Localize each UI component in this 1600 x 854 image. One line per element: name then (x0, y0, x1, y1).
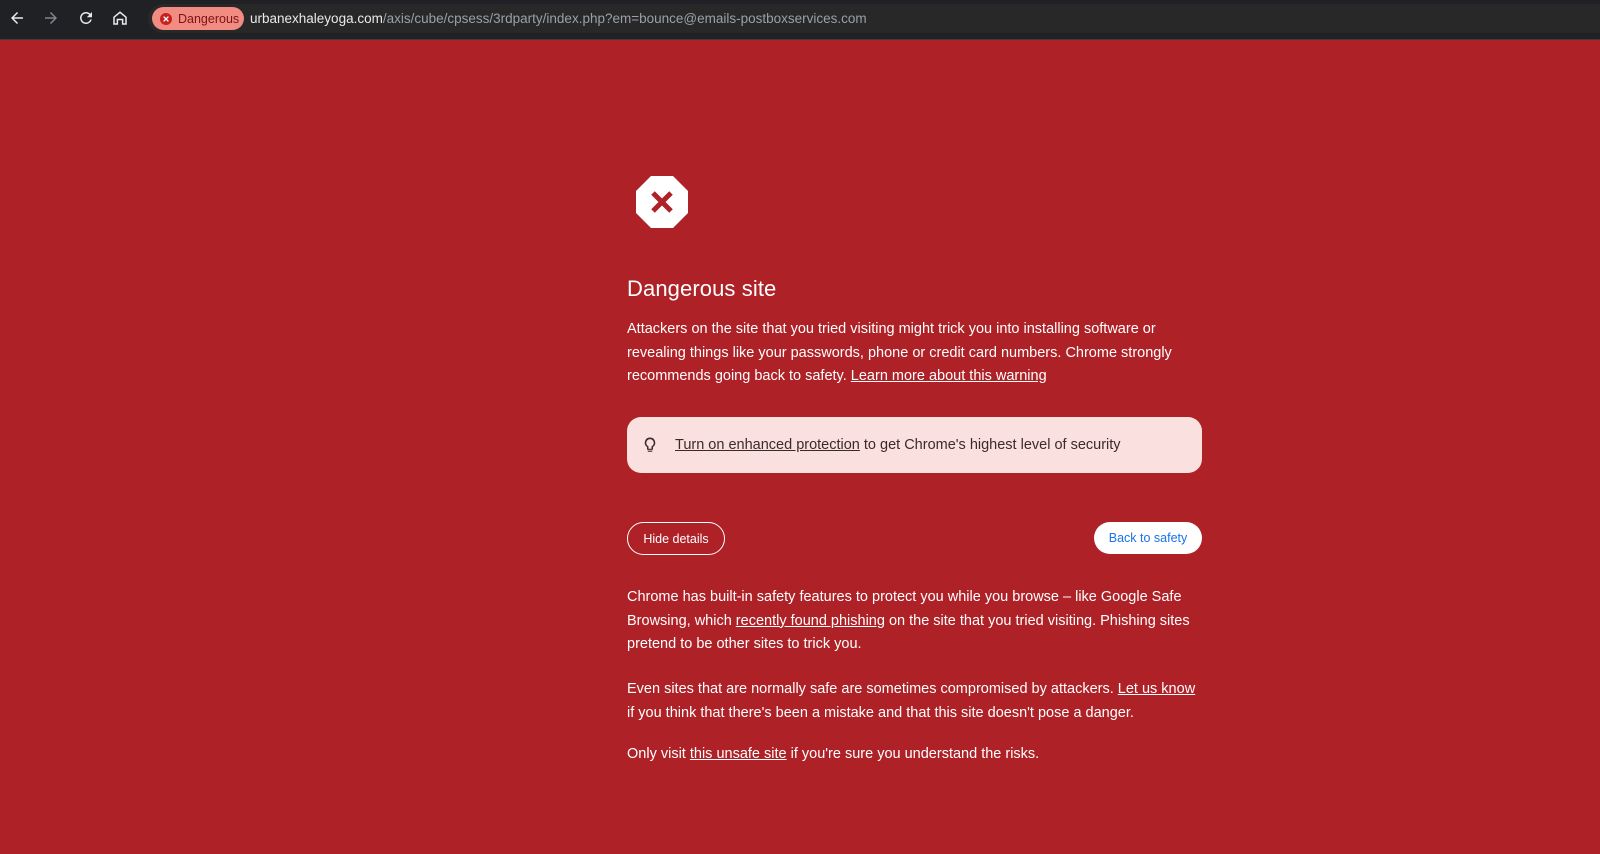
forward-arrow-icon[interactable] (40, 7, 62, 29)
proceed-unsafe-site-link[interactable]: this unsafe site (690, 746, 787, 762)
details-paragraph-phishing: Chrome has built-in safety features to p… (627, 586, 1202, 657)
hide-details-button[interactable]: Hide details (627, 522, 725, 555)
security-chip-label: Dangerous (178, 11, 240, 26)
enhanced-protection-tip: Turn on enhanced protection to get Chrom… (627, 417, 1202, 473)
details-text-2b: if you think that there's been a mistake… (627, 704, 1134, 721)
details-text-3a: Only visit (627, 746, 686, 762)
address-bar[interactable]: Dangerous urbanexhaleyoga.com/axis/cube/… (148, 4, 1600, 33)
details-text-3b: if you're sure you understand the risks. (790, 746, 1040, 762)
reload-icon[interactable] (75, 7, 97, 29)
recently-found-phishing-link[interactable]: recently found phishing (736, 613, 885, 629)
security-chip[interactable]: Dangerous (152, 7, 244, 30)
browser-toolbar: Dangerous urbanexhaleyoga.com/axis/cube/… (0, 0, 1600, 40)
url-path: /axis/cube/cpsess/3rdparty/index.php?em=… (382, 11, 867, 26)
tip-suffix: to get Chrome's highest level of securit… (863, 437, 1121, 453)
stop-sign-x-icon (636, 176, 688, 228)
danger-icon (160, 12, 172, 25)
details-paragraph-proceed: Only visit this unsafe site if you're su… (627, 743, 1202, 767)
back-arrow-icon[interactable] (6, 7, 28, 29)
url-text[interactable]: urbanexhaleyoga.com/axis/cube/cpsess/3rd… (250, 4, 867, 33)
enhanced-protection-link[interactable]: Turn on enhanced protection (675, 437, 860, 453)
page-title: Dangerous site (627, 276, 777, 301)
url-host: urbanexhaleyoga.com (250, 11, 383, 26)
intro-paragraph: Attackers on the site that you tried vis… (627, 318, 1202, 389)
learn-more-link[interactable]: Learn more about this warning (851, 368, 1047, 384)
details-paragraph-report: Even sites that are normally safe are so… (627, 678, 1202, 725)
details-text-2a: Even sites that are normally safe are so… (627, 681, 1114, 697)
tip-text: Turn on enhanced protection to get Chrom… (675, 437, 1121, 453)
back-to-safety-button[interactable]: Back to safety (1094, 522, 1202, 554)
let-us-know-link[interactable]: Let us know (1118, 681, 1195, 697)
home-icon[interactable] (109, 7, 131, 29)
lightbulb-icon (644, 437, 656, 452)
